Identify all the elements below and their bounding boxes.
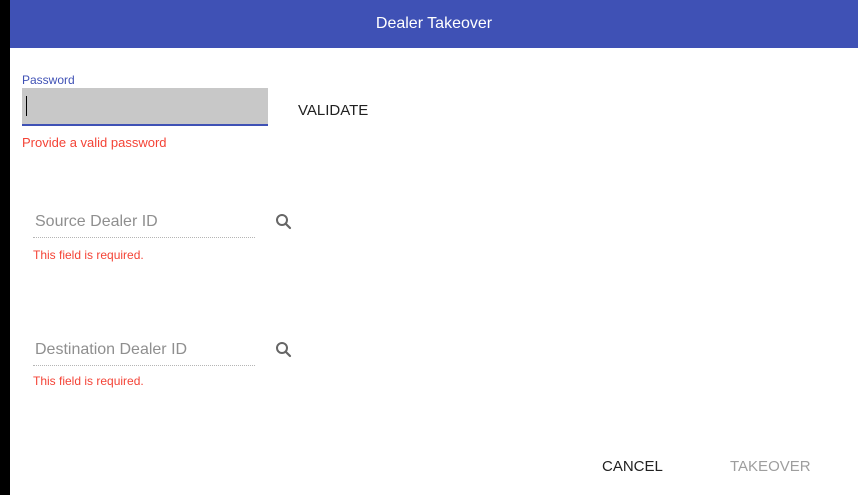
source-dealer-error: This field is required. <box>33 248 144 262</box>
password-input[interactable] <box>22 88 268 126</box>
password-error: Provide a valid password <box>22 135 167 150</box>
dialog-title: Dealer Takeover <box>10 0 858 48</box>
validate-button[interactable]: VALIDATE <box>288 92 378 128</box>
search-icon[interactable] <box>273 211 295 233</box>
source-dealer-id-input[interactable] <box>33 206 255 238</box>
search-icon[interactable] <box>273 339 295 361</box>
cancel-button[interactable]: CANCEL <box>594 448 671 484</box>
password-label: Password <box>22 73 75 87</box>
destination-dealer-id-input[interactable] <box>33 334 255 366</box>
dealer-takeover-dialog: Dealer Takeover Password Provide a valid… <box>0 0 858 495</box>
destination-dealer-error: This field is required. <box>33 374 144 388</box>
window-frame-edge <box>0 0 10 495</box>
takeover-button[interactable]: TAKEOVER <box>722 448 819 484</box>
text-cursor <box>26 96 27 116</box>
